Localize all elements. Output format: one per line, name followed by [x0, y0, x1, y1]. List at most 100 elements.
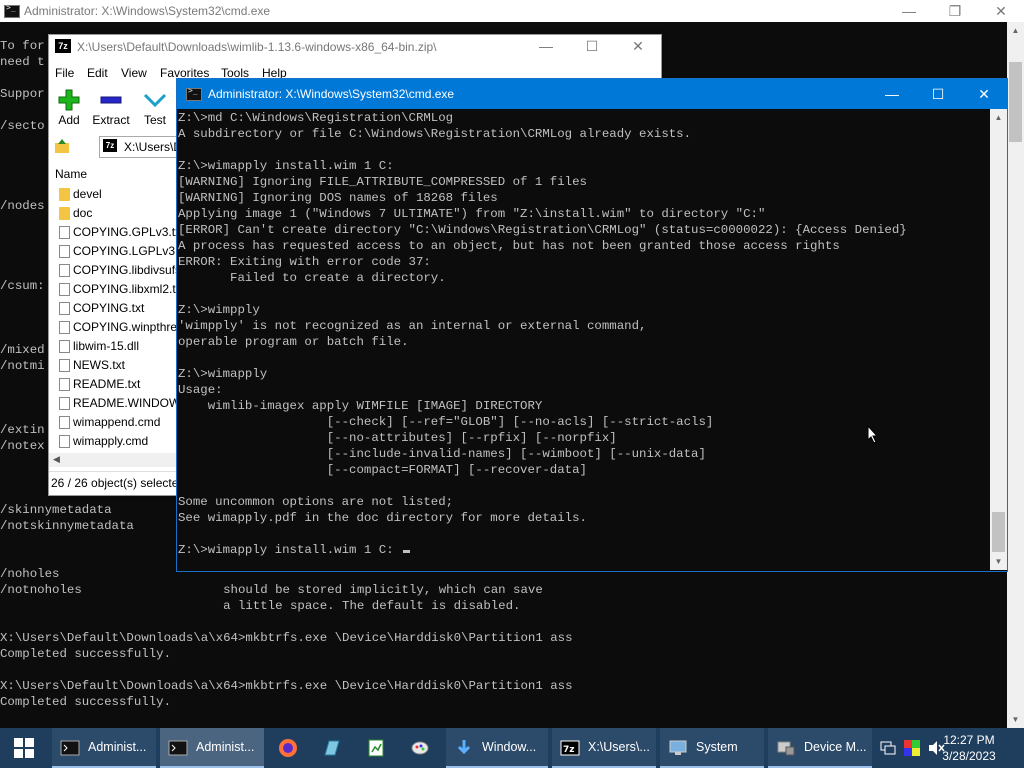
clock-time: 12:27 PM: [943, 733, 995, 747]
console-line: A subdirectory or file C:\Windows\Regist…: [178, 127, 692, 141]
foreground-console-window[interactable]: Administrator: X:\Windows\System32\cmd.e…: [176, 78, 1008, 572]
file-name: COPYING.libdivsufs: [73, 263, 182, 277]
status-text: 26 / 26 object(s) selected: [51, 476, 186, 490]
cmd-icon: [186, 86, 202, 101]
foreground-title-bar[interactable]: Administrator: X:\Windows\System32\cmd.e…: [177, 79, 1007, 109]
scroll-down-arrow-icon[interactable]: ▼: [1007, 711, 1024, 728]
7zip-icon: 7z: [560, 740, 580, 756]
file-name: COPYING.winpthrea: [73, 320, 184, 334]
menu-file[interactable]: File: [55, 66, 74, 80]
console-line: Completed successfully.: [0, 647, 172, 661]
windows-logo-icon: [14, 738, 34, 758]
test-button[interactable]: Test: [139, 87, 171, 131]
file-name: COPYING.LGPLv3.tx: [73, 244, 188, 258]
console-line: Z:\>wimapply install.wim 1 C:: [178, 542, 907, 558]
console-line: Usage:: [178, 383, 223, 397]
console-line: A process has requested access to an obj…: [178, 239, 840, 253]
scroll-left-arrow-icon[interactable]: ◀: [53, 454, 60, 465]
file-name: README.txt: [73, 377, 141, 391]
window-title: X:\Users\Default\Downloads\wimlib-1.13.6…: [77, 40, 437, 54]
file-name: libwim-15.dll: [73, 339, 140, 353]
taskbar-item[interactable]: Window...: [446, 728, 548, 768]
file-name: wimappend.cmd: [73, 415, 161, 429]
network-icon[interactable]: [880, 740, 896, 756]
add-button[interactable]: Add: [53, 87, 85, 131]
console-line: Z:\>wimapply install.wim 1 C:: [178, 159, 394, 173]
file-icon: [59, 264, 70, 277]
file-icon: [59, 416, 70, 429]
maximize-button[interactable]: ☐: [569, 35, 615, 57]
up-folder-icon[interactable]: [53, 137, 71, 155]
console-line: X:\Users\Default\Downloads\a\x64>mkbtrfs…: [0, 679, 573, 693]
color-palette-icon[interactable]: [904, 740, 920, 756]
window-title: Administrator: X:\Windows\System32\cmd.e…: [24, 4, 271, 18]
scroll-down-arrow-icon[interactable]: ▼: [990, 553, 1007, 570]
file-icon: [59, 435, 70, 448]
scroll-up-arrow-icon[interactable]: ▲: [1007, 22, 1024, 39]
console-line: [--include-invalid-names] [--wimboot] [-…: [178, 447, 706, 461]
console-line: a little space. The default is disabled.: [0, 599, 521, 613]
console-line: /notnoholes should be stored implicitly,…: [0, 583, 543, 597]
taskbar-item[interactable]: [270, 728, 306, 768]
console-output[interactable]: Z:\>md C:\Windows\Registration\CRMLog A s…: [178, 110, 907, 558]
taskbar-item[interactable]: [402, 728, 438, 768]
vertical-scrollbar[interactable]: ▲ ▼: [990, 109, 1007, 570]
file-icon: [59, 226, 70, 239]
taskbar-item[interactable]: [358, 728, 394, 768]
vertical-scrollbar[interactable]: ▲ ▼: [1007, 22, 1024, 728]
taskbar-item[interactable]: 7z X:\Users\...: [552, 728, 656, 768]
file-name: README.WINDOWS: [73, 396, 189, 410]
device-manager-icon: [777, 741, 795, 756]
start-button[interactable]: [0, 728, 48, 768]
extract-button[interactable]: Extract: [91, 87, 131, 131]
clock-date: 3/28/2023: [942, 749, 996, 763]
maximize-button[interactable]: ❐: [932, 0, 978, 22]
taskbar-item[interactable]: Administ...: [160, 728, 264, 768]
minimize-button[interactable]: —: [523, 35, 569, 57]
test-label: Test: [143, 113, 166, 127]
scrollbar-thumb[interactable]: [1009, 62, 1022, 142]
console-line: [WARNING] Ignoring DOS names of 18268 fi…: [178, 191, 498, 205]
taskbar-item[interactable]: Device M...: [768, 728, 872, 768]
console-line: 'wimpply' is not recognized as an intern…: [178, 319, 647, 333]
maximize-button[interactable]: ☐: [915, 79, 961, 109]
console-line: [--no-attributes] [--rpfix] [--norpfix]: [178, 431, 617, 445]
menu-edit[interactable]: Edit: [87, 66, 108, 80]
close-button[interactable]: ✕: [615, 35, 661, 57]
taskbar-item[interactable]: Administ...: [52, 728, 156, 768]
window-title: Administrator: X:\Windows\System32\cmd.e…: [208, 87, 455, 101]
clock[interactable]: 12:27 PM 3/28/2023: [934, 732, 1004, 764]
minimize-button[interactable]: —: [886, 0, 932, 22]
scroll-up-arrow-icon[interactable]: ▲: [990, 109, 1007, 126]
file-name: wimapply.cmd: [73, 434, 149, 448]
console-line: X:\Users\Default\Downloads\a\x64>mkbtrfs…: [0, 631, 573, 645]
minimize-button[interactable]: —: [869, 79, 915, 109]
console-line: [ERROR] Can't create directory "C:\Windo…: [178, 223, 907, 237]
file-icon: [59, 283, 70, 296]
menu-view[interactable]: View: [121, 66, 147, 80]
taskbar-item-label: X:\Users\...: [588, 740, 650, 754]
column-header-name[interactable]: Name: [55, 167, 87, 181]
svg-text:7z: 7z: [563, 745, 575, 755]
7zip-title-bar[interactable]: 7z X:\Users\Default\Downloads\wimlib-1.1…: [49, 35, 661, 59]
console-line: See wimapply.pdf in the doc directory fo…: [178, 511, 587, 525]
background-title-bar[interactable]: Administrator: X:\Windows\System32\cmd.e…: [0, 0, 1024, 22]
taskbar-item[interactable]: [314, 728, 350, 768]
taskbar-item[interactable]: System: [660, 728, 764, 768]
scrollbar-thumb[interactable]: [992, 512, 1005, 552]
7zip-icon: 7z: [55, 39, 71, 53]
spreadsheet-icon: [368, 739, 384, 757]
close-button[interactable]: ✕: [961, 79, 1007, 109]
cmd-icon: [60, 740, 80, 756]
file-name: doc: [73, 206, 93, 220]
console-line: ERROR: Exiting with error code 37:: [178, 255, 431, 269]
checkmark-icon: [143, 93, 167, 108]
close-button[interactable]: ✕: [978, 0, 1024, 22]
console-line: Z:\>wimapply: [178, 367, 268, 381]
file-icon: [59, 245, 70, 258]
